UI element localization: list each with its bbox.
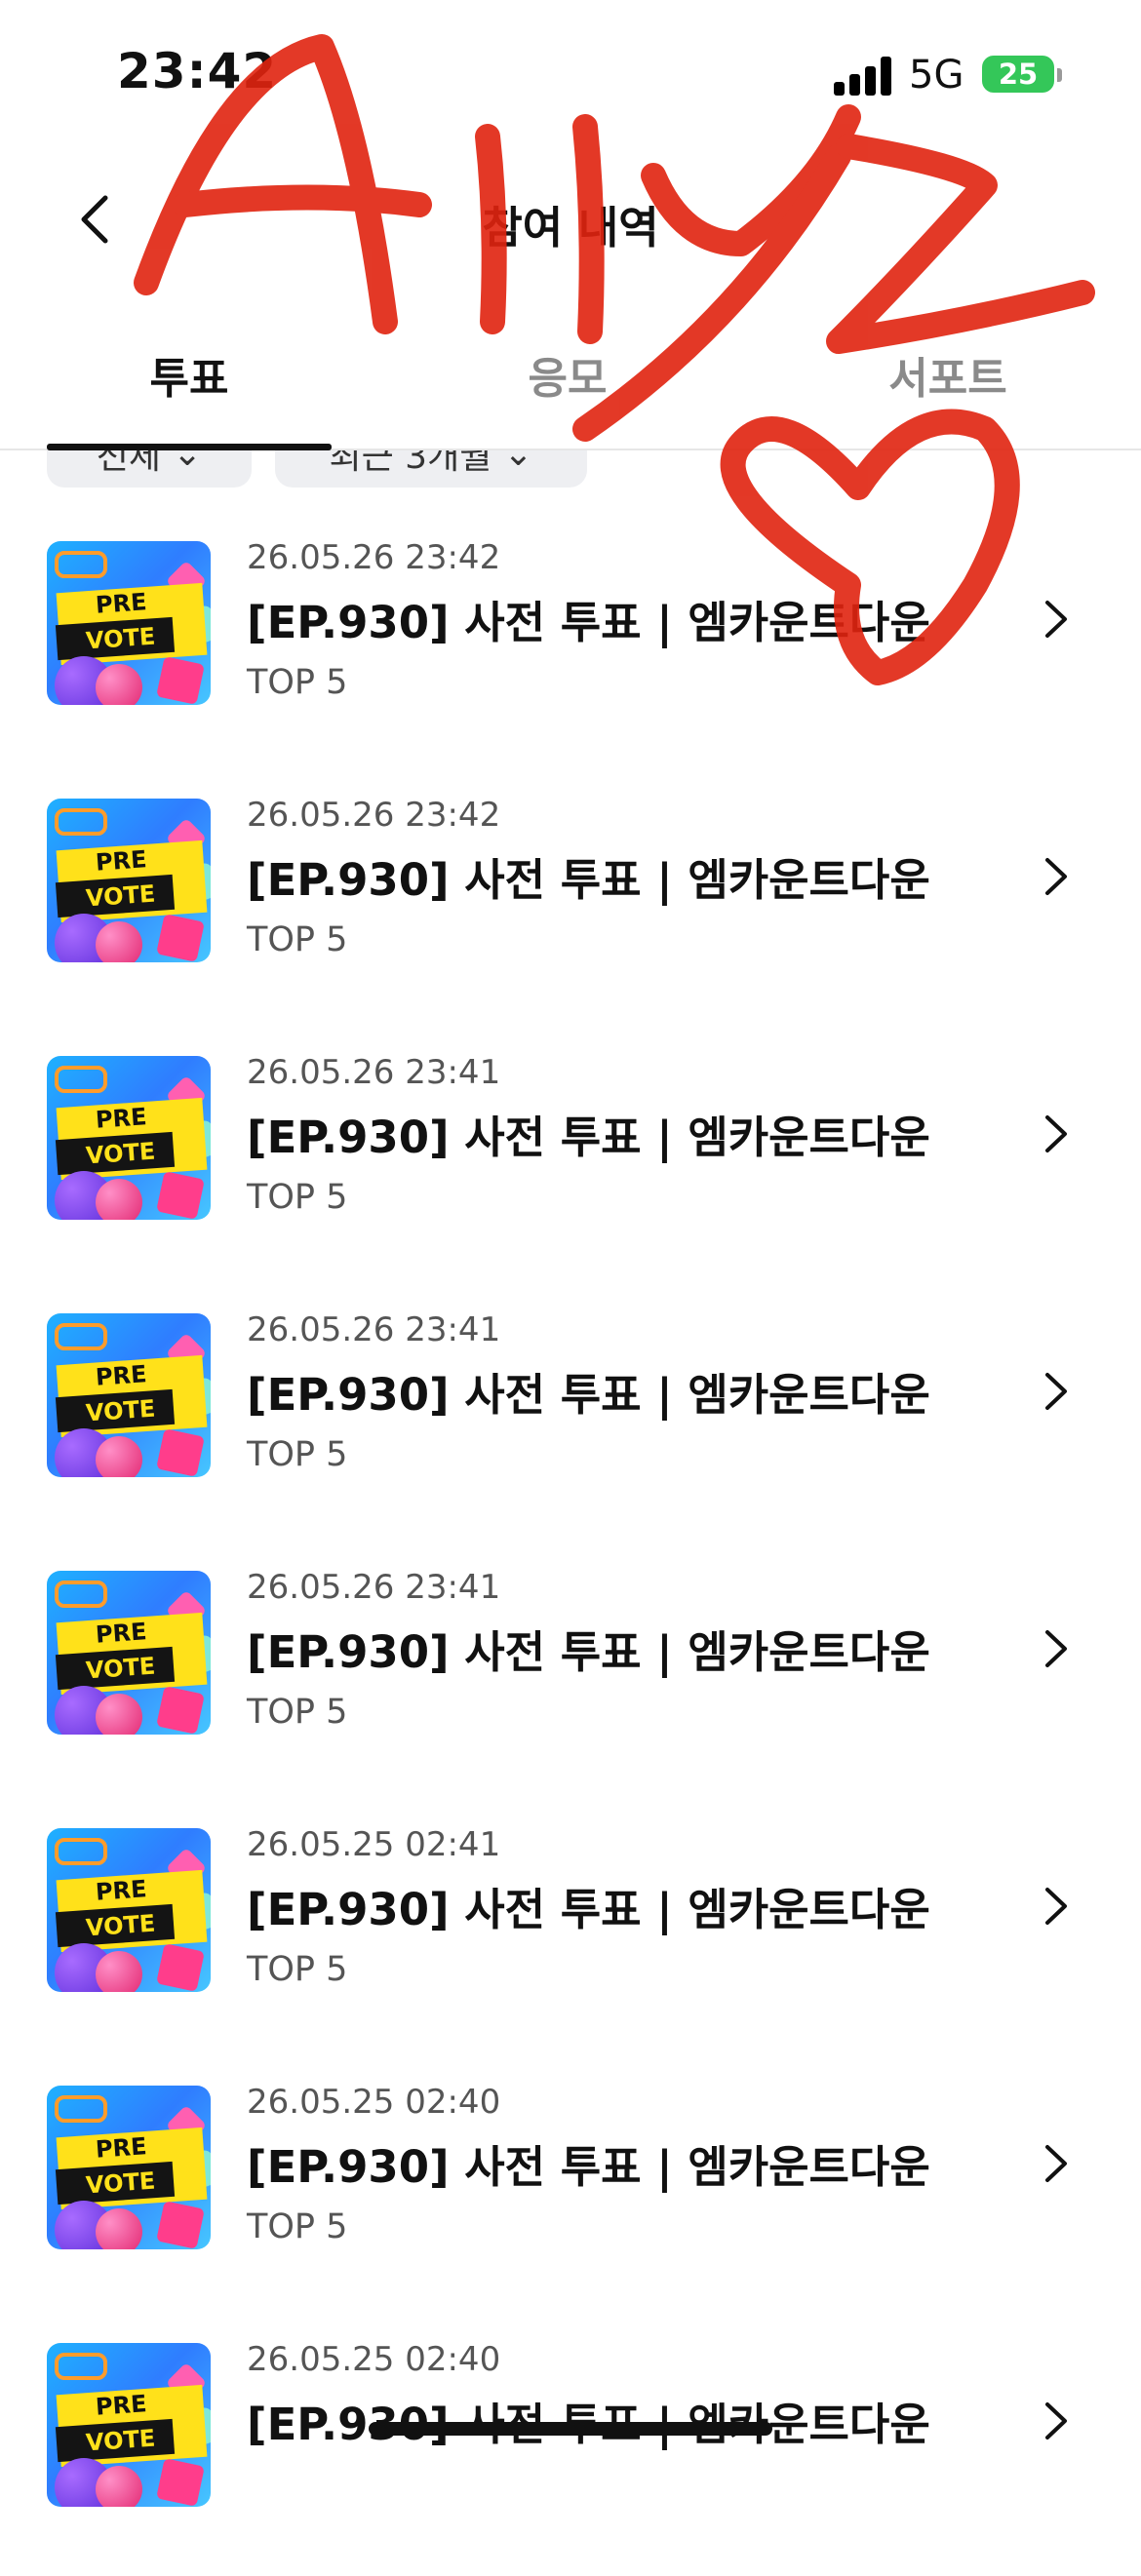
pre-vote-thumbnail: PRE VOTE (47, 1571, 211, 1735)
thumbnail-text: VOTE (85, 879, 157, 913)
pre-vote-thumbnail: PRE VOTE (47, 541, 211, 705)
item-date: 26.05.25 02:41 (247, 1825, 501, 1864)
chevron-right-icon (1045, 2402, 1067, 2439)
item-date: 26.05.26 23:42 (247, 538, 501, 577)
chevron-right-icon (1045, 1630, 1067, 1667)
thumbnail-text: VOTE (85, 1394, 157, 1427)
nav-bar: 참여 내역 (0, 161, 1141, 278)
chevron-right-icon (1045, 1115, 1067, 1152)
thumbnail-text: VOTE (85, 1652, 157, 1685)
item-date: 26.05.26 23:41 (247, 1310, 501, 1349)
pre-vote-thumbnail: PRE VOTE (47, 1056, 211, 1220)
chevron-right-icon (1045, 1888, 1067, 1925)
thumbnail-text: PRE (95, 2390, 148, 2421)
status-time: 23:42 (117, 43, 278, 99)
thumbnail-text: VOTE (85, 1909, 157, 1942)
thumbnail-text: PRE (95, 1618, 148, 1649)
thumbnail-text: PRE (95, 2132, 148, 2164)
chevron-right-icon (1045, 1373, 1067, 1410)
cellular-signal-icon (834, 57, 894, 96)
item-date: 26.05.26 23:41 (247, 1053, 501, 1092)
list-item[interactable]: PRE VOTE 26.05.26 23:41 [EP.930] 사전 투표 |… (0, 1546, 1141, 1804)
tab-vote[interactable]: 투표 (23, 343, 355, 406)
pre-vote-thumbnail: PRE VOTE (47, 2343, 211, 2507)
thumbnail-text: VOTE (85, 622, 157, 655)
item-date: 26.05.26 23:41 (247, 1568, 501, 1607)
home-indicator (369, 2422, 772, 2436)
chevron-right-icon (1045, 601, 1067, 638)
active-tab-indicator (47, 444, 332, 450)
item-subtitle: TOP 5 (247, 1178, 348, 1217)
pre-vote-thumbnail: PRE VOTE (47, 2086, 211, 2249)
item-subtitle: TOP 5 (247, 1435, 348, 1474)
battery-level: 25 (998, 58, 1039, 91)
item-title: [EP.930] 사전 투표 | 엠카운트다운 (247, 1884, 930, 1935)
list-item[interactable]: PRE VOTE 26.05.25 02:41 [EP.930] 사전 투표 |… (0, 1804, 1141, 2061)
list-item[interactable]: PRE VOTE 26.05.25 02:40 [EP.930] 사전 투표 |… (0, 2061, 1141, 2319)
thumbnail-text: PRE (95, 1103, 148, 1134)
item-title: [EP.930] 사전 투표 | 엠카운트다운 (247, 1626, 930, 1678)
item-title: [EP.930] 사전 투표 | 엠카운트다운 (247, 597, 930, 648)
participation-list: PRE VOTE 26.05.26 23:42 [EP.930] 사전 투표 |… (0, 517, 1141, 2576)
item-title: [EP.930] 사전 투표 | 엠카운트다운 (247, 2141, 930, 2193)
thumbnail-text: PRE (95, 845, 148, 877)
battery-icon: 25 (982, 56, 1054, 93)
item-date: 26.05.26 23:42 (247, 796, 501, 835)
pre-vote-thumbnail: PRE VOTE (47, 799, 211, 962)
page-title: 참여 내역 (482, 202, 659, 254)
battery-cap (1057, 68, 1062, 82)
tab-entry[interactable]: 응모 (402, 343, 733, 406)
item-date: 26.05.25 02:40 (247, 2340, 501, 2379)
list-item[interactable]: PRE VOTE 26.05.26 23:41 [EP.930] 사전 투표 |… (0, 1289, 1141, 1546)
list-item[interactable]: PRE VOTE 26.05.26 23:42 [EP.930] 사전 투표 |… (0, 774, 1141, 1032)
list-item[interactable]: PRE VOTE 26.05.25 02:40 [EP.930] 사전 투표 |… (0, 2319, 1141, 2576)
item-date: 26.05.25 02:40 (247, 2083, 501, 2122)
chevron-right-icon (1045, 858, 1067, 895)
item-subtitle: TOP 5 (247, 2207, 348, 2246)
thumbnail-text: PRE (95, 588, 148, 619)
thumbnail-text: VOTE (85, 1137, 157, 1170)
list-item[interactable]: PRE VOTE 26.05.26 23:41 [EP.930] 사전 투표 |… (0, 1032, 1141, 1289)
item-title: [EP.930] 사전 투표 | 엠카운트다운 (247, 1112, 930, 1163)
item-title: [EP.930] 사전 투표 | 엠카운트다운 (247, 1369, 930, 1421)
item-title: [EP.930] 사전 투표 | 엠카운트다운 (247, 2399, 930, 2450)
list-item[interactable]: PRE VOTE 26.05.26 23:42 [EP.930] 사전 투표 |… (0, 517, 1141, 774)
tab-support[interactable]: 서포트 (782, 343, 1114, 406)
item-subtitle: TOP 5 (247, 1950, 348, 1989)
pre-vote-thumbnail: PRE VOTE (47, 1313, 211, 1477)
item-subtitle: TOP 5 (247, 920, 348, 959)
status-bar: 23:42 5G 25 (0, 0, 1141, 146)
item-subtitle: TOP 5 (247, 1693, 348, 1732)
thumbnail-text: VOTE (85, 2424, 157, 2457)
thumbnail-text: PRE (95, 1360, 148, 1391)
item-title: [EP.930] 사전 투표 | 엠카운트다운 (247, 854, 930, 906)
thumbnail-text: VOTE (85, 2166, 157, 2200)
chevron-right-icon (1045, 2145, 1067, 2182)
tab-bar: 투표 응모 서포트 (0, 322, 1141, 450)
thumbnail-text: PRE (95, 1875, 148, 1906)
pre-vote-thumbnail: PRE VOTE (47, 1828, 211, 1992)
item-subtitle: TOP 5 (247, 663, 348, 702)
network-type: 5G (909, 53, 964, 98)
